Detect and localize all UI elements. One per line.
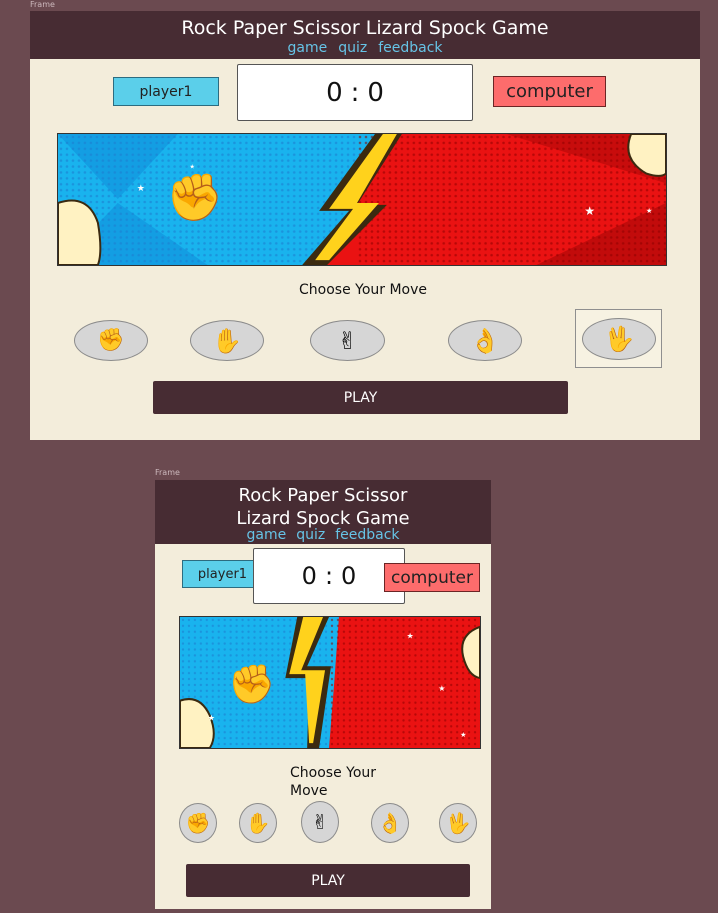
- frame-label: Frame: [30, 0, 55, 9]
- raised-fist-icon: ✊: [97, 327, 125, 353]
- raised-hand-icon: ✋: [245, 811, 271, 835]
- mobile-frame: Rock Paper Scissor Lizard Spock Game gam…: [155, 480, 491, 909]
- svg-text:★: ★: [646, 207, 652, 215]
- nav-bar: game quiz feedback: [30, 40, 700, 56]
- pinching-hand-icon: 👌: [377, 811, 403, 835]
- score-box: 0 : 0: [237, 64, 473, 121]
- spock-button[interactable]: 🖖: [439, 803, 477, 843]
- pinching-hand-icon: 👌: [470, 326, 500, 355]
- raised-fist-icon: ✊: [185, 811, 211, 835]
- versus-banner-svg: ★ ★ ★ ★: [180, 617, 480, 748]
- choose-move-label: Choose Your Move: [290, 764, 376, 800]
- scissors-button[interactable]: ✌: [301, 801, 339, 843]
- nav-feedback-link[interactable]: feedback: [378, 40, 442, 56]
- svg-text:★: ★: [460, 731, 466, 739]
- nav-quiz-link[interactable]: quiz: [296, 527, 325, 543]
- versus-banner-svg: ★ ★ ★ ★: [58, 134, 666, 265]
- svg-text:★: ★: [208, 713, 215, 722]
- player-button[interactable]: player1: [182, 560, 263, 588]
- vulcan-salute-icon: 🖖: [604, 325, 634, 353]
- page-title-line-1: Rock Paper Scissor: [238, 485, 408, 506]
- computer-score: 0: [341, 562, 357, 590]
- paper-button[interactable]: ✋: [190, 320, 264, 361]
- victory-hand-icon: ✌: [311, 810, 329, 834]
- play-button[interactable]: PLAY: [153, 381, 568, 414]
- play-button[interactable]: PLAY: [186, 864, 470, 897]
- choose-move-line-2: Move: [290, 783, 328, 799]
- header: Rock Paper Scissor Lizard Spock Game gam…: [155, 480, 491, 544]
- lizard-button[interactable]: 👌: [448, 320, 522, 361]
- score-separator: :: [324, 562, 334, 590]
- nav-game-link[interactable]: game: [287, 40, 327, 56]
- scissors-button[interactable]: ✌: [310, 320, 385, 361]
- score-separator: :: [350, 77, 360, 108]
- computer-button[interactable]: computer: [493, 76, 606, 107]
- rock-button[interactable]: ✊: [74, 320, 148, 361]
- nav-quiz-link[interactable]: quiz: [338, 40, 367, 56]
- spock-button[interactable]: 🖖: [582, 318, 656, 360]
- svg-text:★: ★: [584, 204, 595, 218]
- versus-banner-image: ★ ★ ★ ★ ✊: [179, 616, 481, 749]
- svg-text:★: ★: [406, 632, 413, 641]
- choose-move-line-1: Choose Your: [290, 765, 377, 781]
- svg-text:★: ★: [438, 684, 445, 693]
- choose-move-label: Choose Your Move: [299, 282, 428, 298]
- nav-bar: game quiz feedback: [155, 527, 491, 543]
- header: Rock Paper Scissor Lizard Spock Game gam…: [30, 11, 700, 59]
- victory-hand-icon: ✌: [337, 326, 358, 355]
- raised-hand-icon: ✋: [212, 326, 242, 355]
- fist-icon: ✊: [228, 662, 276, 706]
- nav-feedback-link[interactable]: feedback: [335, 527, 399, 543]
- paper-button[interactable]: ✋: [239, 803, 277, 843]
- page-title-line-2: Lizard Spock Game: [236, 508, 410, 529]
- selected-move-highlight: 🖖: [575, 309, 662, 368]
- computer-score: 0: [367, 77, 384, 108]
- player-button[interactable]: player1: [113, 77, 219, 106]
- player-score: 0: [326, 77, 343, 108]
- score-box: 0 : 0: [253, 548, 405, 604]
- lizard-button[interactable]: 👌: [371, 803, 409, 843]
- desktop-frame: Rock Paper Scissor Lizard Spock Game gam…: [30, 11, 700, 440]
- page-title: Rock Paper Scissor Lizard Spock Game: [181, 17, 549, 39]
- player-score: 0: [301, 562, 317, 590]
- svg-text:★: ★: [137, 183, 145, 193]
- rock-button[interactable]: ✊: [179, 803, 217, 843]
- vulcan-salute-icon: 🖖: [445, 811, 471, 835]
- frame-label: Frame: [155, 468, 180, 477]
- computer-button[interactable]: computer: [384, 563, 480, 592]
- fist-icon: ✊: [166, 170, 224, 224]
- nav-game-link[interactable]: game: [246, 527, 286, 543]
- versus-banner-image: ★ ★ ★ ★ ✊: [57, 133, 667, 266]
